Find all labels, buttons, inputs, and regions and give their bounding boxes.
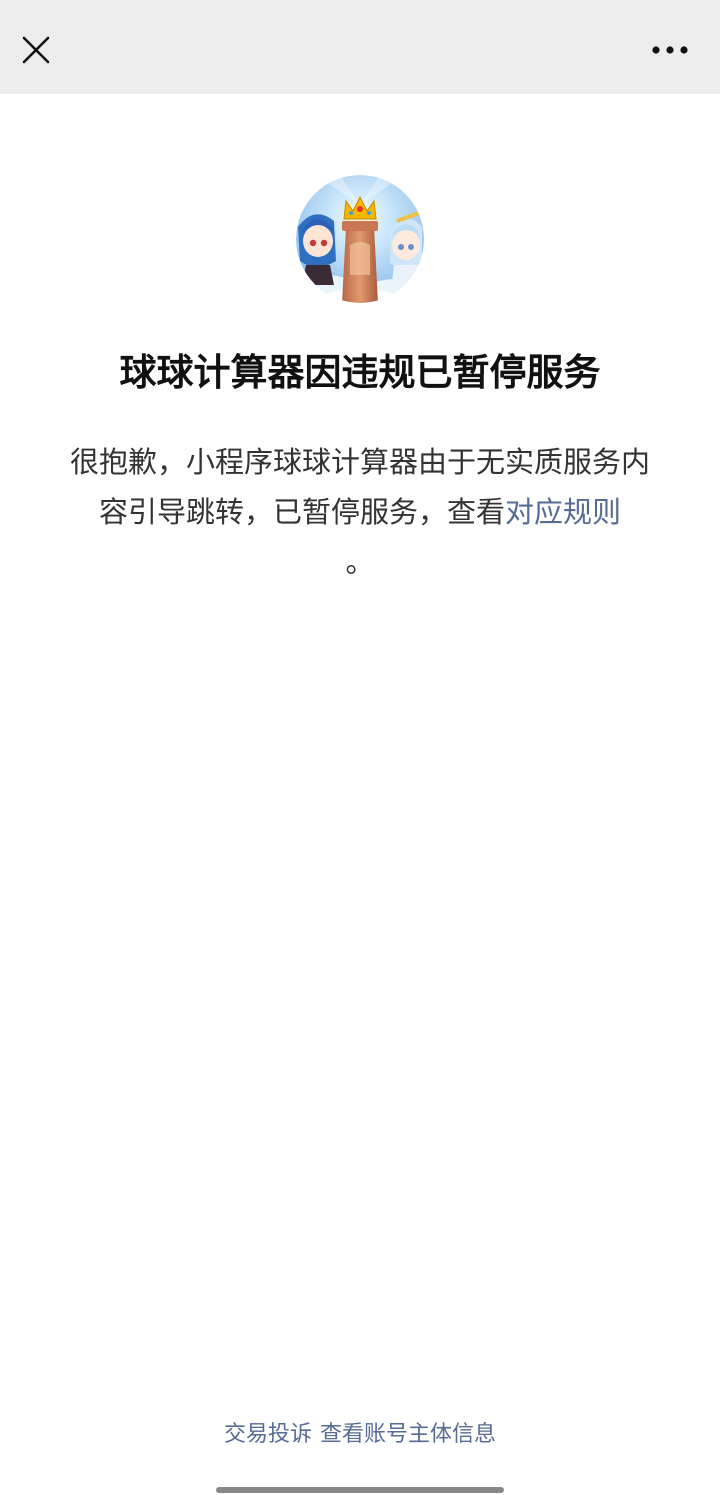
page-title: 球球计算器因违规已暂停服务	[119, 351, 601, 394]
app-avatar	[296, 175, 424, 303]
description-tail: 。	[345, 545, 375, 579]
rules-link[interactable]: 对应规则	[505, 495, 621, 529]
suspension-description: 很抱歉，小程序球球计算器由于无实质服务内容引导跳转，已暂停服务，查看对应规则 。	[65, 437, 655, 587]
account-info-link[interactable]: 查看账号主体信息	[320, 1422, 496, 1447]
footer-links: 交易投诉 查看账号主体信息	[0, 1415, 720, 1455]
transaction-complaint-link[interactable]: 交易投诉	[224, 1422, 312, 1447]
home-indicator[interactable]	[216, 1487, 504, 1493]
close-icon[interactable]	[18, 32, 54, 68]
more-icon[interactable]	[648, 38, 692, 62]
top-bar	[0, 0, 720, 94]
